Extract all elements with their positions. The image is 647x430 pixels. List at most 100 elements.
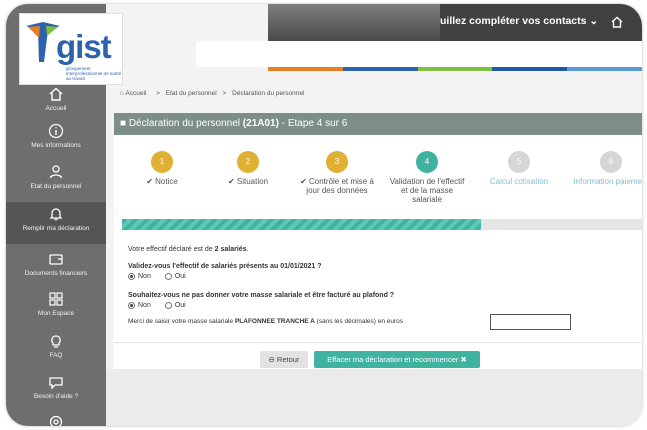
radio-effectif-oui[interactable]: Oui	[164, 273, 186, 280]
step-4: 4 Validation de l'effectif et de la mass…	[387, 151, 467, 204]
step-3: 3 ✔ Contrôle et mise à jour des données	[297, 151, 377, 195]
step-6: 6 Information paiement	[571, 151, 642, 186]
step-label: Calcul cotisation	[489, 177, 549, 186]
breadcrumb: ⌂ Accueil > Etat du personnel > Déclarat…	[120, 90, 308, 97]
sidebar-item-label: Besoin d'aide ?	[33, 393, 79, 400]
effectif-prefix: Votre effectif déclaré est de	[128, 246, 215, 253]
radio-label: Non	[138, 302, 151, 309]
sidebar-item-label: Mon Espace	[37, 310, 75, 317]
radio-dot-selected	[128, 302, 135, 309]
radio-label: Oui	[174, 302, 186, 309]
color-strip-segment	[567, 67, 642, 71]
step-number: 5	[508, 151, 530, 173]
question-effectif: Validez-vous l'effectif de salariés prés…	[128, 263, 321, 270]
sidebar-item-accueil[interactable]: Accueil	[6, 86, 106, 126]
sidebar-item-label: Etat du personnel	[30, 183, 82, 190]
app-window: uillez compléter vos contacts ⌄ Accueil …	[6, 4, 642, 426]
sidebar-item-besoin-d-aide[interactable]: Besoin d'aide ?	[6, 374, 106, 414]
step-label: Information paiement	[573, 177, 642, 186]
radio-dot	[164, 273, 172, 280]
color-strip	[268, 67, 642, 71]
grid-icon	[49, 292, 63, 306]
progress-bar	[122, 219, 642, 230]
question-plafond-label: Souhaitez-vous ne pas donner votre masse…	[128, 292, 395, 299]
breadcrumb-separator: >	[222, 90, 227, 97]
radio-plafond-non[interactable]: Non	[128, 302, 151, 309]
logo-wordmark: gist	[56, 28, 112, 65]
card-title: ■ Déclaration du personnel (21A01) - Eta…	[114, 113, 642, 135]
radio-plafond-oui[interactable]: Oui	[164, 302, 186, 309]
sidebar-item-label: Documents financiers	[24, 270, 88, 277]
logo-tagline: groupement interprofessionnel de santé a…	[66, 66, 122, 81]
home-icon[interactable]	[610, 15, 624, 29]
color-strip-segment	[492, 67, 568, 71]
step-label: Validation de l'effectif et de la masse …	[389, 177, 465, 204]
lightbulb-icon	[51, 335, 61, 348]
sidebar-item-label: Remplir ma déclaration	[22, 225, 90, 232]
question-plafond: Souhaitez-vous ne pas donner votre masse…	[128, 292, 394, 299]
wallet-icon	[49, 254, 63, 265]
breadcrumb-level1-link[interactable]: Etat du personnel	[166, 90, 217, 97]
effectif-suffix: .	[246, 246, 249, 253]
users-icon	[49, 165, 63, 179]
declaration-card: ■ Déclaration du personnel (21A01) - Eta…	[114, 113, 642, 369]
amount-bold: PLAFONNEE TRANCHE A	[234, 318, 315, 325]
amount-suffix: (sans les décimales) en euros	[314, 318, 404, 325]
info-icon	[48, 123, 64, 139]
sidebar-item-etat-du-personnel[interactable]: Etat du personnel	[6, 164, 106, 204]
step-number: 3	[326, 151, 348, 173]
home-icon	[49, 87, 63, 101]
sidebar-item-documents-financiers[interactable]: Documents financiers	[6, 251, 106, 291]
page-background	[106, 369, 642, 426]
radio-effectif-non[interactable]: Non	[128, 273, 151, 280]
radio-group-plafond: Non Oui	[128, 302, 186, 309]
back-button[interactable]: ⊖ Retour	[260, 351, 308, 368]
sidebar-item-remplir-ma-declaration[interactable]: Remplir ma déclaration	[6, 202, 106, 244]
effectif-summary: Votre effectif déclaré est de 2 salariés…	[128, 246, 249, 253]
radio-label: Oui	[174, 273, 186, 280]
step-label: ✔ Situation	[227, 177, 269, 186]
progress-bar-fill	[122, 219, 481, 230]
color-strip-segment	[417, 67, 493, 71]
gist-logo[interactable]: gist groupement interprofessionnel de sa…	[19, 13, 123, 85]
card-title-prefix: Déclaration du personnel	[128, 118, 243, 129]
divider	[114, 342, 642, 343]
step-number: 6	[600, 151, 622, 173]
breadcrumb-home-label: Accueil	[125, 90, 147, 97]
chat-icon	[49, 377, 63, 390]
step-number: 4	[416, 151, 438, 173]
step-number: 1	[151, 151, 173, 173]
step-number: 2	[237, 151, 259, 173]
reset-declaration-button[interactable]: Effacer ma déclaration et recommencer ✖	[314, 351, 480, 368]
sidebar-item-mon-espace[interactable]: Mon Espace	[6, 291, 106, 331]
sidebar-item-faq[interactable]: FAQ	[6, 333, 106, 373]
step-1: 1 ✔ Notice	[122, 151, 202, 186]
breadcrumb-separator: >	[156, 90, 160, 97]
sidebar-item-label: Accueil	[45, 105, 67, 112]
step-5: 5 Calcul cotisation	[479, 151, 559, 186]
breadcrumb-home-link[interactable]: ⌂ Accueil	[120, 90, 150, 97]
radio-label: Non	[138, 273, 151, 280]
color-strip-segment	[342, 67, 418, 71]
header-notice-link[interactable]: uillez compléter vos contacts ⌄	[440, 15, 598, 27]
color-strip-segment	[268, 67, 343, 71]
settings-icon[interactable]	[48, 414, 64, 426]
masse-salariale-input[interactable]	[490, 314, 571, 330]
bell-icon	[49, 208, 63, 221]
amount-prefix: Merci de saisir votre masse salariale	[128, 318, 235, 325]
header-white-bar	[196, 41, 642, 67]
radio-dot	[164, 302, 172, 309]
sidebar-item-label: Mes informations	[31, 142, 81, 149]
radio-dot-selected	[128, 273, 135, 280]
card-title-suffix: - Etape 4 sur 6	[278, 118, 348, 129]
breadcrumb-current: Déclaration du personnel	[232, 90, 305, 97]
card-title-code: (21A01)	[242, 118, 279, 129]
step-2: 2 ✔ Situation	[208, 151, 288, 186]
effectif-value: 2 salariés	[214, 246, 247, 253]
question-effectif-label: Validez-vous l'effectif de salariés prés…	[128, 263, 322, 270]
step-label: ✔ Contrôle et mise à jour des données	[300, 177, 374, 195]
sidebar-item-mes-informations[interactable]: Mes informations	[6, 123, 106, 163]
briefcase-icon: ■	[120, 118, 127, 129]
radio-group-effectif: Non Oui	[128, 273, 186, 280]
step-label: ✔ Notice	[146, 177, 178, 186]
